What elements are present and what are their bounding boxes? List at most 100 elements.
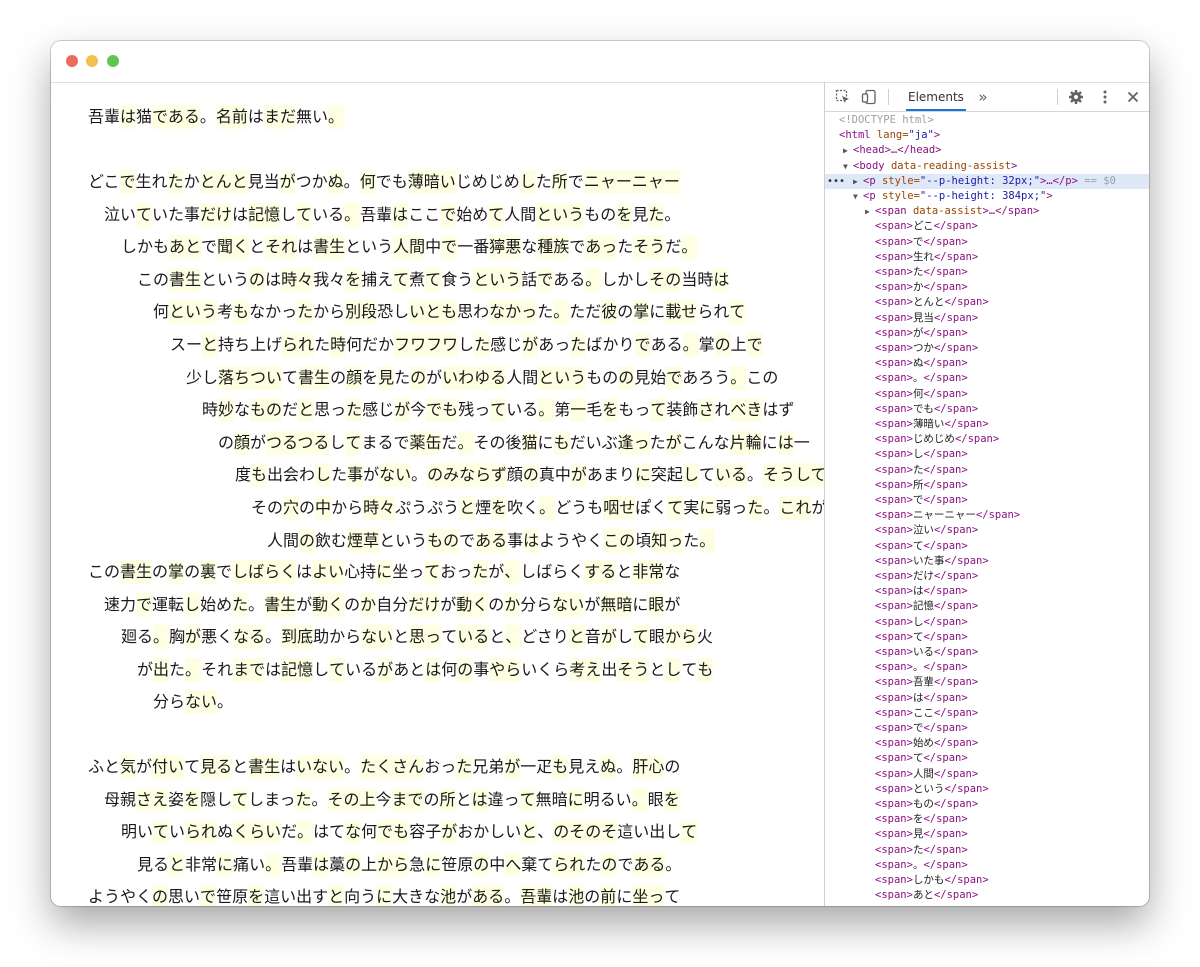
dom-node-span[interactable]: <span>所</span> <box>825 478 1149 493</box>
dom-node-span[interactable]: <span>か</span> <box>825 280 1149 295</box>
dom-node-head[interactable]: ▶ <head>…</head> <box>825 143 1149 158</box>
dom-node-span[interactable]: <span>もの</span> <box>825 797 1149 812</box>
dom-node-span[interactable]: <span>見</span> <box>825 827 1149 842</box>
word-chunk: そう <box>633 235 666 259</box>
dom-node-span[interactable]: <span>で</span> <box>825 493 1149 508</box>
word-chunk: 穴 <box>283 496 300 520</box>
word-chunk: もっ <box>618 400 651 419</box>
more-actions-icon[interactable]: ••• <box>827 174 845 189</box>
tab-elements[interactable]: Elements <box>906 83 966 111</box>
word-chunk: 上 <box>730 335 747 354</box>
dom-node-span[interactable]: <span>生れ</span> <box>825 250 1149 265</box>
dom-node-span[interactable]: <span>ここ</span> <box>825 706 1149 721</box>
dom-node-span[interactable]: <span>た</span> <box>825 265 1149 280</box>
dom-node-span[interactable]: <span>どこ</span> <box>825 219 1149 234</box>
dom-node-span[interactable]: <span>で</span> <box>825 721 1149 736</box>
more-tabs-icon[interactable]: » <box>973 87 993 107</box>
page-content: 吾輩は猫である。名前はまだ無い。 どこで生れたかとんと見当がつかぬ。何でも薄暗いじ… <box>51 83 824 906</box>
dom-node-p-selected[interactable]: ▶ <p style="--p-height: 32px;">…</p> == $… <box>825 174 1149 189</box>
word-chunk: だ <box>441 433 458 452</box>
dom-node-span[interactable]: <span>薄暗い</span> <box>825 417 1149 432</box>
dom-node-html[interactable]: <html lang="ja"> <box>825 128 1149 143</box>
dom-node-span[interactable]: <span>を</span> <box>825 812 1149 827</box>
dom-node-span[interactable]: <span>て</span> <box>825 539 1149 554</box>
dom-node-span[interactable]: <span>という</span> <box>825 782 1149 797</box>
dom-node-span[interactable]: <span>は</span> <box>825 584 1149 599</box>
word-chunk: だ <box>281 822 298 841</box>
dom-node-span-assist[interactable]: ▶ <span data-assist>…</span> <box>825 204 1149 219</box>
dom-node-span[interactable]: <span>て</span> <box>825 630 1149 645</box>
word-chunk: 一番 <box>457 237 490 256</box>
more-options-icon[interactable] <box>1095 87 1115 107</box>
dom-node-span[interactable]: <span>じめじめ</span> <box>825 432 1149 447</box>
dom-node-span[interactable]: <span>は</span> <box>825 691 1149 706</box>
dom-node-span[interactable]: <span>とんと</span> <box>825 295 1149 310</box>
dom-node-span[interactable]: <span>て</span> <box>825 751 1149 766</box>
word-chunk: そうして <box>763 463 824 487</box>
word-chunk: のみならず <box>427 463 507 487</box>
minimize-window-button[interactable] <box>86 55 98 67</box>
word-chunk: ある <box>472 885 505 906</box>
device-toolbar-icon[interactable] <box>859 87 879 107</box>
word-chunk: どうも <box>555 498 604 517</box>
dom-node-span[interactable]: <span>だけ</span> <box>825 569 1149 584</box>
word-chunk: 悪く <box>201 627 234 646</box>
dom-node-span[interactable]: <span>あと</span> <box>825 888 1149 903</box>
dom-node-span[interactable]: <span>いた事</span> <box>825 554 1149 569</box>
dom-node-span[interactable]: <span>しかも</span> <box>825 873 1149 888</box>
word-chunk: この <box>88 562 121 581</box>
word-chunk: ある <box>650 335 683 354</box>
dom-node-span[interactable]: <span>いる</span> <box>825 645 1149 660</box>
dom-node-span[interactable]: <span>ニャーニャー</span> <box>825 508 1149 523</box>
dom-node-span[interactable]: <span>人間</span> <box>825 767 1149 782</box>
word-chunk: フワフワ <box>394 333 459 357</box>
word-chunk: 無暗 <box>535 790 568 809</box>
close-window-button[interactable] <box>66 55 78 67</box>
dom-node-span[interactable]: <span>泣い</span> <box>825 523 1149 538</box>
dom-node-span[interactable]: <span>何</span> <box>825 387 1149 402</box>
word-chunk: 彼 <box>601 300 618 324</box>
dom-node-span[interactable]: <span>でも</span> <box>825 402 1149 417</box>
word-chunk: あまり <box>586 465 635 484</box>
dom-node-span[interactable]: <span>見当</span> <box>825 311 1149 326</box>
word-chunk: 坐っ <box>632 885 665 906</box>
word-chunk: 突起 <box>650 465 683 484</box>
zoom-window-button[interactable] <box>107 55 119 67</box>
word-chunk: 何 <box>361 822 378 841</box>
dom-node-span[interactable]: <span>し</span> <box>825 447 1149 462</box>
word-chunk: な <box>521 237 538 256</box>
dom-node-span[interactable]: <span>。</span> <box>825 660 1149 675</box>
dom-node-span[interactable]: <span>ぬ</span> <box>825 356 1149 371</box>
word-chunk: 母親 <box>104 790 137 809</box>
word-chunk: だ <box>665 237 682 256</box>
close-devtools-icon[interactable] <box>1123 87 1143 107</box>
dom-node-span[interactable]: <span>。</span> <box>825 858 1149 873</box>
word-chunk: 落ちつい <box>218 366 283 390</box>
dom-node-span[interactable]: <span>つか</span> <box>825 341 1149 356</box>
word-chunk: と <box>521 820 538 844</box>
text-line: の顔がつるつるしてまるで薬缶だ。その後猫にもだいぶ逢ったがこんな片輪には一 <box>218 431 810 455</box>
dom-node-p[interactable]: ▼ <p style="--p-height: 384px;"> <box>825 189 1149 204</box>
word-chunk: とんと <box>199 170 248 194</box>
dom-node-span[interactable]: <span>が</span> <box>825 326 1149 341</box>
word-chunk: という <box>379 531 428 550</box>
dom-node-span[interactable]: <span>た</span> <box>825 843 1149 858</box>
dom-node-span[interactable]: <span>し</span> <box>825 615 1149 630</box>
dom-node-span[interactable]: <span>始め</span> <box>825 736 1149 751</box>
word-chunk: た <box>394 368 411 387</box>
dom-node-span[interactable]: <span>で</span> <box>825 235 1149 250</box>
word-chunk: 隠し <box>200 790 233 809</box>
dom-node-span[interactable]: <span>た</span> <box>825 463 1149 478</box>
dom-node-doctype[interactable]: <!DOCTYPE html> <box>825 113 1149 128</box>
word-chunk: 始め <box>200 595 233 614</box>
dom-node-span[interactable]: <span>。</span> <box>825 371 1149 386</box>
dom-node-span[interactable]: <span>吾輩</span> <box>825 675 1149 690</box>
word-chunk: て <box>632 625 649 649</box>
word-chunk: か <box>504 593 521 617</box>
word-chunk: 恐し <box>377 302 410 321</box>
dom-node-span[interactable]: <span>記憶</span> <box>825 599 1149 614</box>
inspect-element-icon[interactable] <box>833 87 853 107</box>
word-chunk: 何 <box>441 660 458 679</box>
dom-node-body[interactable]: ▼ <body data-reading-assist> <box>825 159 1149 174</box>
settings-gear-icon[interactable] <box>1066 87 1086 107</box>
